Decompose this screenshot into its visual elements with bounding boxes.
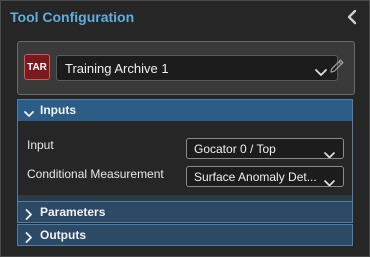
tool-select-value: Training Archive 1 — [65, 61, 169, 76]
tool-selector-box: TAR Training Archive 1 — [17, 41, 355, 95]
chevron-left-icon[interactable] — [345, 9, 359, 25]
inputs-section-header[interactable]: Inputs — [18, 100, 352, 121]
chevron-down-icon — [324, 146, 335, 158]
inputs-section-body: Input Gocator 0 / Top Conditional Measur… — [18, 121, 352, 195]
conditional-measurement-select[interactable]: Surface Anomaly Det... — [186, 166, 344, 187]
conditional-measurement-label: Conditional Measurement — [27, 167, 164, 181]
input-label: Input — [27, 138, 54, 152]
tool-type-badge: TAR — [24, 54, 50, 80]
chevron-right-icon — [25, 230, 33, 243]
pencil-icon[interactable] — [328, 57, 346, 75]
chevron-down-icon — [324, 174, 335, 186]
chevron-down-icon — [315, 64, 327, 76]
chevron-down-icon — [24, 106, 34, 117]
panel-header: Tool Configuration — [1, 1, 369, 34]
tool-configuration-panel: Tool Configuration TAR Training Archive … — [0, 0, 370, 257]
parameters-section-title: Parameters — [40, 205, 106, 219]
inputs-section-title: Inputs — [40, 103, 76, 117]
chevron-right-icon — [25, 207, 33, 220]
tool-select-dropdown[interactable]: Training Archive 1 — [56, 55, 338, 81]
panel-title: Tool Configuration — [10, 9, 135, 25]
conditional-measurement-value: Surface Anomaly Det... — [194, 170, 317, 184]
input-select-value: Gocator 0 / Top — [194, 142, 276, 156]
inputs-section: Inputs Input Gocator 0 / Top Conditional… — [17, 99, 353, 216]
parameters-section-header[interactable]: Parameters — [17, 201, 353, 223]
outputs-section-header[interactable]: Outputs — [17, 224, 353, 246]
input-select[interactable]: Gocator 0 / Top — [186, 138, 344, 159]
outputs-section-title: Outputs — [40, 228, 86, 242]
